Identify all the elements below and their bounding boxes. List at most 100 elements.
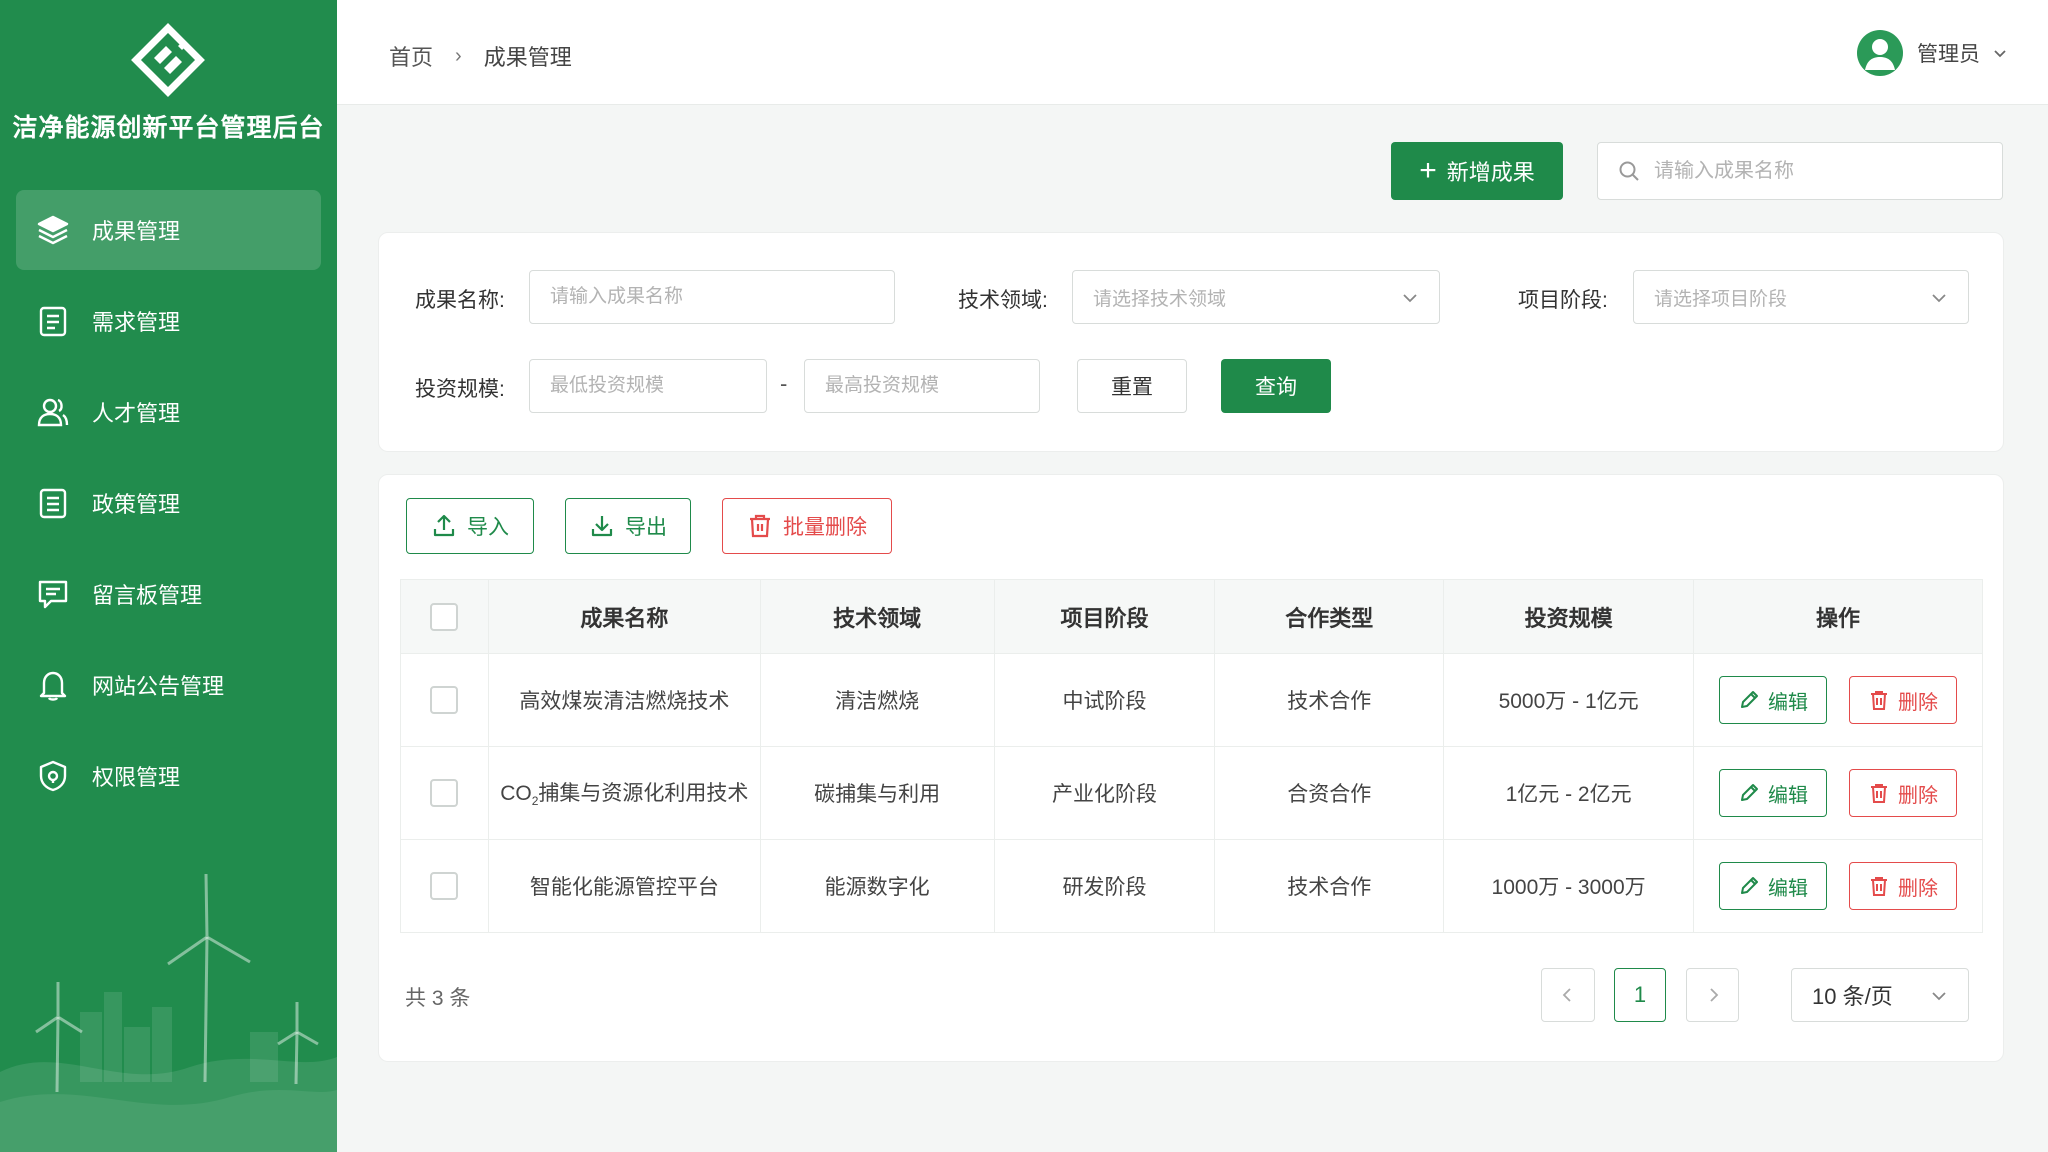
sidebar: 洁净能源创新平台管理后台 成果管理 需求管理 人才管理 政策管理 留言板管理 网… xyxy=(0,0,337,1152)
sidebar-nav: 成果管理 需求管理 人才管理 政策管理 留言板管理 网站公告管理 权限管理 xyxy=(16,190,321,827)
sidebar-item-permissions[interactable]: 权限管理 xyxy=(16,736,321,816)
clean-energy-illustration xyxy=(0,873,337,1152)
sidebar-item-label: 权限管理 xyxy=(92,765,181,790)
prev-page-button[interactable] xyxy=(1541,968,1595,1022)
delete-label: 删除 xyxy=(1898,784,1938,807)
sidebar-item-achievements[interactable]: 成果管理 xyxy=(16,190,321,270)
next-page-button[interactable] xyxy=(1686,968,1739,1022)
sidebar-item-label: 政策管理 xyxy=(92,492,181,517)
cell-name: 智能化能源管控平台 xyxy=(488,839,761,933)
stage-filter-select[interactable]: 请选择项目阶段 xyxy=(1633,270,1969,324)
delete-button[interactable]: 删除 xyxy=(1849,769,1957,817)
cell-coop: 技术合作 xyxy=(1214,839,1445,933)
add-achievement-button[interactable]: + 新增成果 xyxy=(1391,142,1563,200)
field-filter-placeholder: 请选择技术领域 xyxy=(1093,288,1227,310)
edit-button[interactable]: 编辑 xyxy=(1719,769,1827,817)
cell-actions: 编辑 删除 xyxy=(1693,839,1983,933)
sidebar-item-label: 需求管理 xyxy=(92,310,181,335)
cell-invest: 1亿元 - 2亿元 xyxy=(1443,746,1694,840)
cell-name: 高效煤炭清洁燃烧技术 xyxy=(488,653,761,747)
field-filter-select[interactable]: 请选择技术领域 xyxy=(1072,270,1440,324)
cell-actions: 编辑 删除 xyxy=(1693,653,1983,747)
sidebar-item-policies[interactable]: 政策管理 xyxy=(16,463,321,543)
chevron-left-icon xyxy=(1562,988,1571,1002)
sidebar-item-talents[interactable]: 人才管理 xyxy=(16,372,321,452)
page-size-value: 10 条/页 xyxy=(1812,984,1893,1009)
batch-delete-button[interactable]: 批量删除 xyxy=(722,498,892,554)
filter-panel xyxy=(378,232,2004,452)
app-title: 洁净能源创新平台管理后台 xyxy=(12,114,325,142)
query-button[interactable]: 查询 xyxy=(1221,359,1331,413)
select-all-cell xyxy=(400,579,489,654)
download-icon xyxy=(591,516,613,537)
cell-name: CO2捕集与资源化利用技术 xyxy=(488,746,761,840)
sidebar-item-demands[interactable]: 需求管理 xyxy=(16,281,321,361)
breadcrumb-current: 成果管理 xyxy=(483,45,572,70)
chevron-down-icon xyxy=(1403,294,1417,303)
row-checkbox[interactable] xyxy=(430,872,459,900)
export-button[interactable]: 导出 xyxy=(565,498,691,554)
chevron-down-icon xyxy=(1932,992,1946,1001)
top-search-input[interactable] xyxy=(1654,159,1984,183)
cell-invest: 5000万 - 1亿元 xyxy=(1443,653,1694,747)
name-filter-field xyxy=(529,270,895,324)
breadcrumb-home[interactable]: 首页 xyxy=(389,40,433,72)
delete-label: 删除 xyxy=(1898,691,1938,714)
chevron-down-icon xyxy=(1932,294,1946,303)
breadcrumb-separator: › xyxy=(455,44,462,67)
logo-icon xyxy=(131,23,205,97)
cell-stage: 中试阶段 xyxy=(994,653,1216,747)
sidebar-item-label: 人才管理 xyxy=(92,401,181,426)
cell-field: 能源数字化 xyxy=(760,839,995,933)
page-size-select[interactable]: 10 条/页 xyxy=(1791,968,1969,1022)
chevron-down-icon xyxy=(1994,50,2006,58)
top-header: 首页 › 成果管理 管理员 xyxy=(337,0,2048,105)
edit-label: 编辑 xyxy=(1768,691,1808,714)
bell-icon xyxy=(39,671,67,701)
sidebar-item-label: 网站公告管理 xyxy=(92,674,225,699)
pencil-icon xyxy=(1741,877,1758,894)
add-achievement-label: 新增成果 xyxy=(1446,160,1535,185)
cell-actions: 编辑 删除 xyxy=(1693,746,1983,840)
upload-icon xyxy=(433,514,455,537)
name-filter-input[interactable] xyxy=(550,286,874,308)
delete-button[interactable]: 删除 xyxy=(1849,862,1957,910)
user-menu[interactable]: 管理员 xyxy=(1857,30,2008,76)
cell-field: 碳捕集与利用 xyxy=(760,746,995,840)
delete-button[interactable]: 删除 xyxy=(1849,676,1957,724)
edit-button[interactable]: 编辑 xyxy=(1719,676,1827,724)
user-avatar-icon xyxy=(1865,39,1895,70)
page-number-current[interactable]: 1 xyxy=(1614,968,1666,1022)
invest-filter-label: 投资规模: xyxy=(415,378,505,401)
sidebar-item-label: 成果管理 xyxy=(92,219,181,244)
name-filter-label: 成果名称: xyxy=(415,289,505,312)
invest-min-input[interactable] xyxy=(550,375,746,397)
table-row: 高效煤炭清洁燃烧技术 清洁燃烧 中试阶段 技术合作 5000万 - 1亿元 编辑… xyxy=(400,653,1983,747)
total-count: 共 3 条 xyxy=(405,987,471,1010)
cell-name-prefix: CO xyxy=(500,782,532,806)
field-filter-label: 技术领域: xyxy=(958,289,1048,312)
cell-coop: 技术合作 xyxy=(1214,653,1445,747)
document-list-icon xyxy=(39,488,67,519)
cell-invest: 1000万 - 3000万 xyxy=(1443,839,1694,933)
chevron-right-icon xyxy=(1709,988,1718,1002)
cell-stage: 产业化阶段 xyxy=(994,746,1216,840)
batch-delete-label: 批量删除 xyxy=(783,516,867,539)
row-checkbox[interactable] xyxy=(430,779,459,807)
top-search-box xyxy=(1597,142,2003,200)
trash-icon xyxy=(1871,877,1887,896)
pencil-icon xyxy=(1741,784,1758,801)
sidebar-item-label: 留言板管理 xyxy=(92,583,203,608)
column-header: 成果名称 xyxy=(488,579,761,654)
select-all-checkbox[interactable] xyxy=(430,602,459,631)
column-header: 投资规模 xyxy=(1443,579,1694,654)
sidebar-item-messages[interactable]: 留言板管理 xyxy=(16,554,321,634)
row-checkbox[interactable] xyxy=(430,686,459,714)
pencil-icon xyxy=(1741,691,1758,708)
edit-button[interactable]: 编辑 xyxy=(1719,862,1827,910)
import-button[interactable]: 导入 xyxy=(406,498,534,554)
sidebar-item-announcements[interactable]: 网站公告管理 xyxy=(16,645,321,725)
delete-label: 删除 xyxy=(1898,877,1938,900)
invest-max-input[interactable] xyxy=(825,375,1019,397)
reset-button[interactable]: 重置 xyxy=(1077,359,1187,413)
